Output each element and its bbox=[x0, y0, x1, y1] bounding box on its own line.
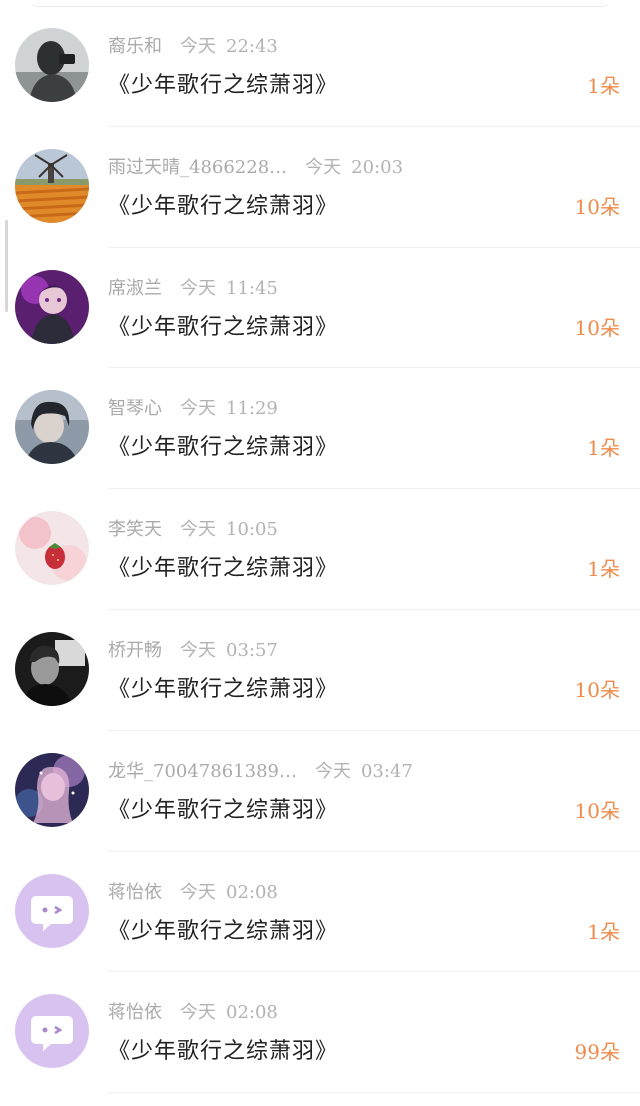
avatar[interactable] bbox=[15, 994, 89, 1069]
sender-name[interactable]: 蒋怡依 bbox=[108, 998, 162, 1024]
day-label: 今天 bbox=[180, 881, 216, 903]
book-title[interactable]: 《少年歌行之综萧羽》 bbox=[108, 913, 338, 945]
time-label: 03:47 bbox=[360, 760, 413, 782]
sender-name[interactable]: 蒋怡依 bbox=[108, 878, 162, 904]
list-item[interactable]: 李笑天 今天 10:05 《少年歌行之综萧羽》 1朵 bbox=[0, 489, 640, 610]
timestamp: 今天 03:57 bbox=[180, 636, 278, 662]
day-label: 今天 bbox=[314, 760, 351, 782]
day-label: 今天 bbox=[180, 519, 216, 541]
timestamp: 今天 11:45 bbox=[180, 274, 278, 300]
gift-meta: 席淑兰 今天 11:45 bbox=[108, 274, 278, 300]
flower-count: 10朵 bbox=[574, 677, 620, 702]
day-label: 今天 bbox=[180, 398, 216, 420]
timestamp: 今天 10:05 bbox=[180, 515, 278, 541]
list-item[interactable]: 桥开畅 今天 03:57 《少年歌行之综萧羽》 10朵 bbox=[0, 610, 640, 731]
flower-count: 10朵 bbox=[574, 315, 620, 340]
divider bbox=[108, 1092, 640, 1094]
book-title[interactable]: 《少年歌行之综萧羽》 bbox=[108, 67, 338, 99]
sender-name[interactable]: 智琴心 bbox=[108, 394, 162, 420]
time-label: 22:43 bbox=[226, 36, 278, 57]
sender-name[interactable]: 李笑天 bbox=[108, 515, 162, 541]
book-title[interactable]: 《少年歌行之综萧羽》 bbox=[108, 550, 338, 582]
chat-bubble-avatar-icon bbox=[15, 994, 89, 1069]
book-title[interactable]: 《少年歌行之综萧羽》 bbox=[108, 1033, 338, 1065]
avatar[interactable] bbox=[15, 511, 89, 586]
chat-bubble-avatar-icon bbox=[15, 873, 89, 948]
book-title[interactable]: 《少年歌行之综萧羽》 bbox=[108, 188, 338, 220]
book-title[interactable]: 《少年歌行之综萧羽》 bbox=[108, 671, 338, 703]
avatar[interactable] bbox=[15, 631, 89, 706]
book-title[interactable]: 《少年歌行之综萧羽》 bbox=[108, 309, 338, 341]
book-title[interactable]: 《少年歌行之综萧羽》 bbox=[108, 792, 338, 824]
avatar[interactable] bbox=[15, 390, 89, 465]
timestamp: 今天 02:08 bbox=[180, 998, 278, 1024]
flower-count: 1朵 bbox=[587, 919, 620, 944]
day-label: 今天 bbox=[180, 277, 216, 299]
avatar[interactable] bbox=[15, 873, 89, 948]
day-label: 今天 bbox=[305, 156, 342, 178]
sender-name[interactable]: 龙华_70047861389… bbox=[108, 757, 297, 783]
purple-anime-avatar-icon bbox=[15, 269, 89, 344]
flower-count: 1朵 bbox=[587, 436, 620, 461]
gift-meta: 雨过天晴_4866228… 今天 20:03 bbox=[108, 153, 403, 179]
book-title[interactable]: 《少年歌行之综萧羽》 bbox=[108, 429, 338, 461]
sender-name[interactable]: 裔乐和 bbox=[108, 32, 162, 58]
sender-name[interactable]: 桥开畅 bbox=[108, 636, 162, 662]
gift-meta: 李笑天 今天 10:05 bbox=[108, 515, 278, 541]
avatar[interactable] bbox=[15, 28, 89, 102]
time-label: 11:45 bbox=[226, 277, 278, 299]
avatar[interactable] bbox=[15, 752, 89, 827]
flower-count: 10朵 bbox=[574, 798, 620, 823]
gift-meta: 蒋怡依 今天 02:08 bbox=[108, 998, 278, 1024]
list-item[interactable]: 裔乐和 今天 22:43 《少年歌行之综萧羽》 1朵 bbox=[0, 6, 640, 127]
list-item[interactable]: 席淑兰 今天 11:45 《少年歌行之综萧羽》 10朵 bbox=[0, 248, 640, 369]
timestamp: 今天 02:08 bbox=[180, 878, 278, 904]
list-item[interactable]: 蒋怡依 今天 02:08 《少年歌行之综萧羽》 1朵 bbox=[0, 852, 640, 973]
strawberry-dessert-avatar-icon bbox=[15, 511, 89, 586]
day-label: 今天 bbox=[180, 639, 216, 661]
day-label: 今天 bbox=[180, 36, 216, 57]
sender-name[interactable]: 雨过天晴_4866228… bbox=[108, 153, 287, 179]
gift-meta: 智琴心 今天 11:29 bbox=[108, 394, 278, 420]
tulip-field-avatar-icon bbox=[15, 148, 89, 223]
flower-count: 1朵 bbox=[587, 74, 620, 98]
flower-count: 1朵 bbox=[587, 557, 620, 582]
avatar[interactable] bbox=[15, 148, 89, 223]
list-item[interactable]: 雨过天晴_4866228… 今天 20:03 《少年歌行之综萧羽》 10朵 bbox=[0, 127, 640, 248]
gift-meta: 桥开畅 今天 03:57 bbox=[108, 636, 278, 662]
list-item[interactable]: 蒋怡依 今天 02:08 《少年歌行之综萧羽》 99朵 bbox=[0, 972, 640, 1094]
time-label: 02:08 bbox=[226, 881, 278, 903]
time-label: 03:57 bbox=[226, 639, 278, 661]
time-label: 02:08 bbox=[226, 1002, 278, 1024]
timestamp: 今天 20:03 bbox=[305, 153, 403, 179]
fantasy-girl-avatar-icon bbox=[15, 752, 89, 827]
bw-portrait-avatar-icon bbox=[15, 28, 89, 102]
time-label: 10:05 bbox=[226, 519, 278, 541]
avatar[interactable] bbox=[15, 269, 89, 344]
gift-list: 裔乐和 今天 22:43 《少年歌行之综萧羽》 1朵 雨过天晴_4866228… … bbox=[0, 6, 640, 1094]
gift-meta: 裔乐和 今天 22:43 bbox=[108, 32, 278, 58]
dark-anime-boy-avatar-icon bbox=[15, 390, 89, 465]
flower-count: 99朵 bbox=[574, 1040, 620, 1065]
timestamp: 今天 22:43 bbox=[180, 32, 278, 58]
time-label: 20:03 bbox=[351, 156, 404, 178]
gift-meta: 龙华_70047861389… 今天 03:47 bbox=[108, 757, 413, 783]
sender-name[interactable]: 席淑兰 bbox=[108, 274, 162, 300]
time-label: 11:29 bbox=[226, 398, 278, 420]
flower-count: 10朵 bbox=[574, 194, 620, 219]
timestamp: 今天 03:47 bbox=[315, 757, 413, 783]
list-item[interactable]: 智琴心 今天 11:29 《少年歌行之综萧羽》 1朵 bbox=[0, 368, 640, 490]
list-item[interactable]: 龙华_70047861389… 今天 03:47 《少年歌行之综萧羽》 10朵 bbox=[0, 731, 640, 852]
gift-meta: 蒋怡依 今天 02:08 bbox=[108, 878, 278, 904]
timestamp: 今天 11:29 bbox=[180, 394, 278, 420]
day-label: 今天 bbox=[180, 1002, 216, 1024]
monochrome-man-avatar-icon bbox=[15, 631, 89, 706]
